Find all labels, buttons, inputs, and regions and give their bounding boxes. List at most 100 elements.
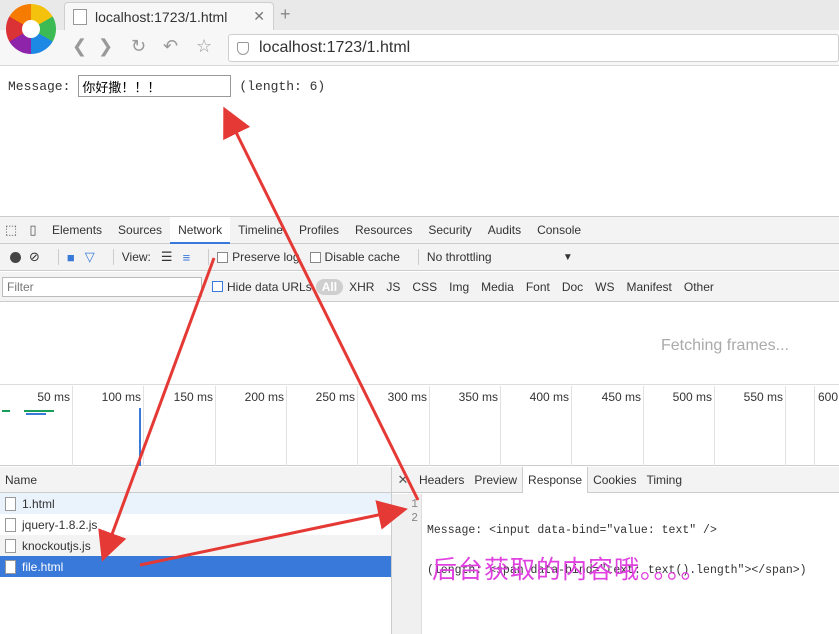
- close-panel-icon[interactable]: ✕: [392, 472, 414, 488]
- tab-strip: localhost:1723/1.html ✕ +: [0, 0, 839, 30]
- file-icon: [5, 496, 16, 511]
- request-list: Name 1.html jquery-1.8.2.js knockoutjs.j…: [0, 467, 392, 634]
- tab-timing[interactable]: Timing: [641, 467, 687, 493]
- filter-xhr[interactable]: XHR: [349, 280, 374, 294]
- reload-icon[interactable]: ↻: [131, 36, 146, 57]
- filter-js[interactable]: JS: [386, 280, 400, 294]
- tab-resources[interactable]: Resources: [347, 217, 420, 244]
- request-row[interactable]: knockoutjs.js: [0, 535, 391, 556]
- dom-content-loaded-marker: [139, 408, 141, 466]
- filter-input[interactable]: [2, 276, 202, 297]
- request-row[interactable]: file.html: [0, 556, 391, 577]
- disable-cache-label: Disable cache: [324, 250, 400, 264]
- tab-audits[interactable]: Audits: [480, 217, 529, 244]
- tab-profiles[interactable]: Profiles: [291, 217, 347, 244]
- tab-console[interactable]: Console: [529, 217, 589, 244]
- inspect-element-icon[interactable]: ⬚: [0, 219, 22, 241]
- filter-css[interactable]: CSS: [412, 280, 437, 294]
- tab-cookies[interactable]: Cookies: [588, 467, 641, 493]
- divider: [57, 249, 59, 265]
- filter-manifest[interactable]: Manifest: [627, 280, 672, 294]
- new-tab-icon[interactable]: +: [280, 4, 291, 25]
- timeline-tick: 200 ms: [245, 386, 287, 466]
- line-number: 1: [411, 498, 418, 511]
- tab-network[interactable]: Network: [170, 216, 231, 244]
- timeline-tick: 350 ms: [459, 386, 501, 466]
- filter-bar: Hide data URLs All XHR JS CSS Img Media …: [0, 272, 839, 302]
- filter-all[interactable]: All: [315, 278, 344, 295]
- page-favicon-icon: [73, 8, 87, 25]
- forward-icon[interactable]: ❯: [98, 36, 113, 57]
- message-row: Message: (length: 6): [8, 75, 325, 97]
- code-line: Message: <input data-bind="value: text" …: [427, 524, 717, 537]
- timeline-tick: 250 ms: [316, 386, 358, 466]
- timeline-bar: [24, 410, 54, 412]
- filter-other[interactable]: Other: [684, 280, 714, 294]
- bookmark-star-icon[interactable]: ☆: [196, 36, 212, 57]
- view-label: View:: [121, 250, 151, 264]
- tab-timeline[interactable]: Timeline: [230, 217, 291, 244]
- tab-sources[interactable]: Sources: [110, 217, 170, 244]
- close-tab-icon[interactable]: ✕: [253, 8, 265, 25]
- filter-img[interactable]: Img: [449, 280, 469, 294]
- name-column-header[interactable]: Name: [0, 467, 391, 493]
- address-url: localhost:1723/1.html: [259, 39, 411, 56]
- network-controls: ⊘ ■ ▽ View: ☰ ≡ Preserve log Disable cac…: [0, 244, 839, 271]
- network-overview-timeline: 50 ms 100 ms 150 ms 200 ms 250 ms 300 ms…: [0, 386, 839, 466]
- record-icon[interactable]: [10, 251, 21, 263]
- timeline-tick: 300 ms: [388, 386, 430, 466]
- divider: [112, 249, 114, 265]
- divider: [208, 249, 210, 265]
- hide-data-urls-label: Hide data URLs: [227, 279, 312, 294]
- undo-icon[interactable]: ↶: [163, 36, 178, 57]
- response-tabbar: ✕ Headers Preview Response Cookies Timin…: [392, 466, 839, 493]
- tab-response[interactable]: Response: [522, 466, 589, 493]
- security-shield-icon: [237, 41, 249, 55]
- hide-data-urls-checkbox[interactable]: [212, 281, 223, 292]
- message-input[interactable]: [78, 75, 232, 97]
- timeline-tick: 550 ms: [744, 386, 786, 466]
- browser-toolbar: ❮ ❯ ↻ ↶ ☆ localhost:1723/1.html: [0, 30, 839, 66]
- screenshot-frames-area: Fetching frames...: [0, 303, 839, 385]
- annotation-note: 后台获取的内容哦。。。。: [432, 555, 707, 584]
- line-number: 2: [411, 512, 418, 525]
- waterfall-view-icon[interactable]: ≡: [183, 250, 191, 265]
- filter-doc[interactable]: Doc: [562, 280, 583, 294]
- request-name: knockoutjs.js: [22, 538, 91, 553]
- divider: [417, 249, 419, 265]
- device-mode-icon[interactable]: ▯: [22, 219, 44, 241]
- tab-preview[interactable]: Preview: [469, 467, 522, 493]
- timeline-bar: [26, 413, 46, 415]
- tab-headers[interactable]: Headers: [414, 467, 469, 493]
- filter-ws[interactable]: WS: [595, 280, 614, 294]
- timeline-tick: 450 ms: [602, 386, 644, 466]
- tab-title: localhost:1723/1.html: [95, 8, 228, 25]
- file-icon: [5, 517, 16, 532]
- tab-security[interactable]: Security: [420, 217, 479, 244]
- request-row[interactable]: 1.html: [0, 493, 391, 514]
- length-text: (length: 6): [239, 78, 326, 94]
- list-view-icon[interactable]: ☰: [161, 249, 173, 265]
- address-bar[interactable]: localhost:1723/1.html: [228, 34, 839, 62]
- preserve-log-label: Preserve log: [232, 250, 300, 264]
- throttling-select[interactable]: No throttling: [427, 250, 553, 264]
- timeline-tick: 100 ms: [102, 386, 144, 466]
- timeline-tick: 50 ms: [37, 386, 73, 466]
- file-icon: [5, 559, 16, 574]
- preserve-log-checkbox[interactable]: [217, 251, 229, 263]
- filter-icon[interactable]: ▽: [85, 249, 95, 265]
- browser-tab[interactable]: localhost:1723/1.html ✕: [64, 2, 274, 30]
- tab-elements[interactable]: Elements: [44, 217, 110, 244]
- filter-media[interactable]: Media: [481, 280, 514, 294]
- disable-cache-checkbox[interactable]: [309, 251, 321, 263]
- back-icon[interactable]: ❮: [72, 36, 87, 57]
- browser-logo-icon[interactable]: [6, 4, 56, 54]
- dropdown-arrow-icon[interactable]: ▼: [563, 252, 573, 263]
- timeline-tick: 600: [814, 386, 838, 466]
- request-row[interactable]: jquery-1.8.2.js: [0, 514, 391, 535]
- page-content: Message: (length: 6): [0, 67, 839, 215]
- clear-icon[interactable]: ⊘: [29, 249, 40, 265]
- file-icon: [5, 538, 16, 553]
- capture-screenshots-icon[interactable]: ■: [67, 250, 75, 265]
- filter-font[interactable]: Font: [526, 280, 550, 294]
